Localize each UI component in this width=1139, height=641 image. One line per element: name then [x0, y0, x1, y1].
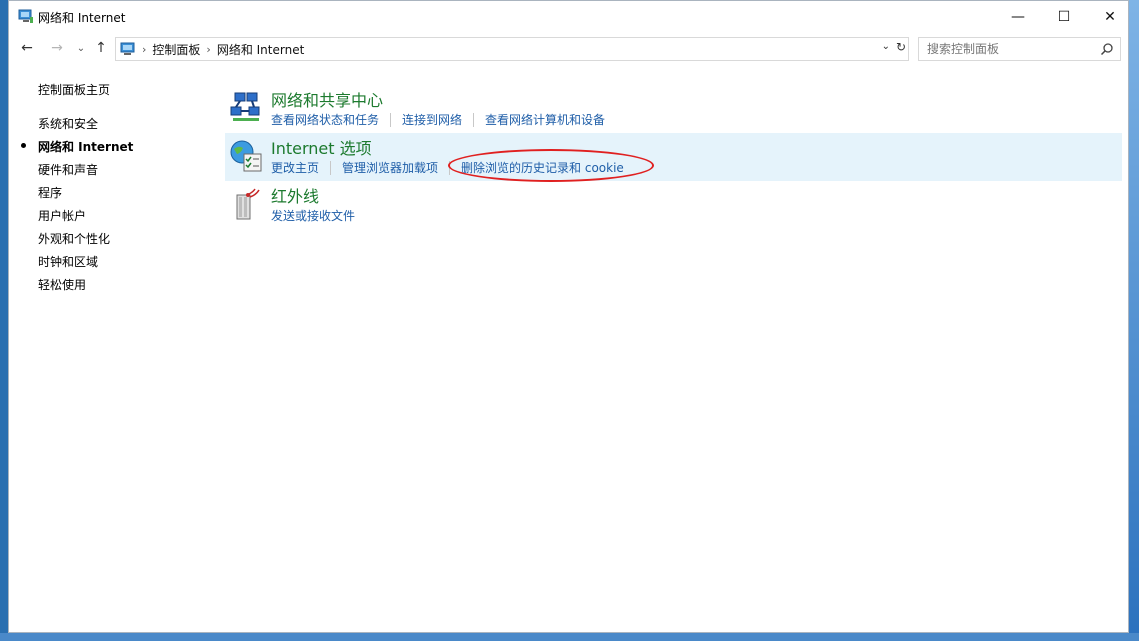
category-links: 发送或接收文件	[271, 207, 355, 224]
search-icon[interactable]	[1100, 42, 1114, 56]
link-change-homepage[interactable]: 更改主页	[271, 159, 319, 176]
recent-locations-chevron-icon[interactable]: ⌄	[71, 38, 91, 58]
network-sharing-icon	[230, 92, 260, 121]
category-title-internet-options[interactable]: Internet 选项	[271, 135, 372, 159]
link-manage-browser-addons[interactable]: 管理浏览器加载项	[342, 159, 438, 176]
control-panel-window: 网络和 Internet — ☐ ✕ ← → ⌄ ↑ › 控制面板 › 网络和 …	[8, 0, 1129, 633]
category-links: 查看网络状态和任务 连接到网络 查看网络计算机和设备	[271, 111, 605, 128]
minimize-button[interactable]: —	[995, 1, 1041, 32]
link-divider	[330, 160, 332, 175]
search-input[interactable]	[927, 41, 1097, 57]
address-bar[interactable]: › 控制面板 › 网络和 Internet ⌄ ↻	[115, 37, 909, 61]
breadcrumb-separator-icon: ›	[142, 42, 147, 56]
address-dropdown-chevron-icon[interactable]: ⌄	[882, 41, 890, 52]
breadcrumb-control-panel[interactable]: 控制面板	[152, 41, 200, 58]
sidebar-item-programs[interactable]: 程序	[38, 184, 62, 201]
sidebar-item-user-accounts[interactable]: 用户帐户	[38, 207, 86, 224]
category-infrared: 红外线 发送或接收文件	[225, 181, 1122, 229]
internet-options-icon	[230, 140, 262, 172]
back-arrow-icon[interactable]: ←	[17, 38, 37, 58]
sidebar-item-appearance[interactable]: 外观和个性化	[38, 230, 110, 247]
breadcrumb-network-internet[interactable]: 网络和 Internet	[217, 41, 304, 58]
up-arrow-icon[interactable]: ↑	[91, 38, 111, 58]
desktop-background-right	[1129, 0, 1139, 641]
link-divider	[473, 112, 475, 127]
category-title-network-sharing[interactable]: 网络和共享中心	[271, 87, 383, 111]
breadcrumb-separator-icon: ›	[206, 42, 211, 56]
desktop-background-left	[0, 0, 8, 641]
title-bar[interactable]: 网络和 Internet — ☐ ✕	[9, 1, 1128, 32]
search-box[interactable]	[918, 37, 1121, 61]
infrared-icon	[236, 188, 260, 220]
link-send-receive-files[interactable]: 发送或接收文件	[271, 207, 355, 224]
sidebar-item-system-security[interactable]: 系统和安全	[38, 115, 98, 132]
link-connect-to-network[interactable]: 连接到网络	[402, 111, 462, 128]
category-title-infrared[interactable]: 红外线	[271, 183, 319, 207]
sidebar-item-hardware-sound[interactable]: 硬件和声音	[38, 161, 98, 178]
link-view-network-computers[interactable]: 查看网络计算机和设备	[485, 111, 605, 128]
maximize-button[interactable]: ☐	[1041, 1, 1087, 32]
category-internet-options[interactable]: Internet 选项 更改主页 管理浏览器加载项 删除浏览的历史记录和 coo…	[225, 133, 1122, 181]
desktop-background-bottom	[0, 633, 1139, 641]
sidebar-item-ease-of-access[interactable]: 轻松使用	[38, 276, 86, 293]
navigation-bar: ← → ⌄ ↑ › 控制面板 › 网络和 Internet ⌄ ↻	[9, 35, 1128, 61]
network-window-icon	[18, 9, 33, 23]
forward-arrow-icon[interactable]: →	[47, 38, 67, 58]
close-button[interactable]: ✕	[1087, 1, 1133, 32]
sidebar-item-network-internet[interactable]: 网络和 Internet	[38, 138, 133, 155]
control-panel-icon	[120, 42, 135, 55]
active-bullet-icon	[21, 143, 26, 148]
refresh-icon[interactable]: ↻	[896, 40, 906, 54]
annotation-ellipse	[448, 149, 654, 182]
window-title: 网络和 Internet	[38, 11, 126, 25]
category-network-sharing: 网络和共享中心 查看网络状态和任务 连接到网络 查看网络计算机和设备	[225, 85, 1122, 133]
sidebar-item-clock-region[interactable]: 时钟和区域	[38, 253, 98, 270]
link-divider	[390, 112, 392, 127]
link-view-network-status[interactable]: 查看网络状态和任务	[271, 111, 379, 128]
sidebar-item-control-panel-home[interactable]: 控制面板主页	[38, 81, 110, 98]
